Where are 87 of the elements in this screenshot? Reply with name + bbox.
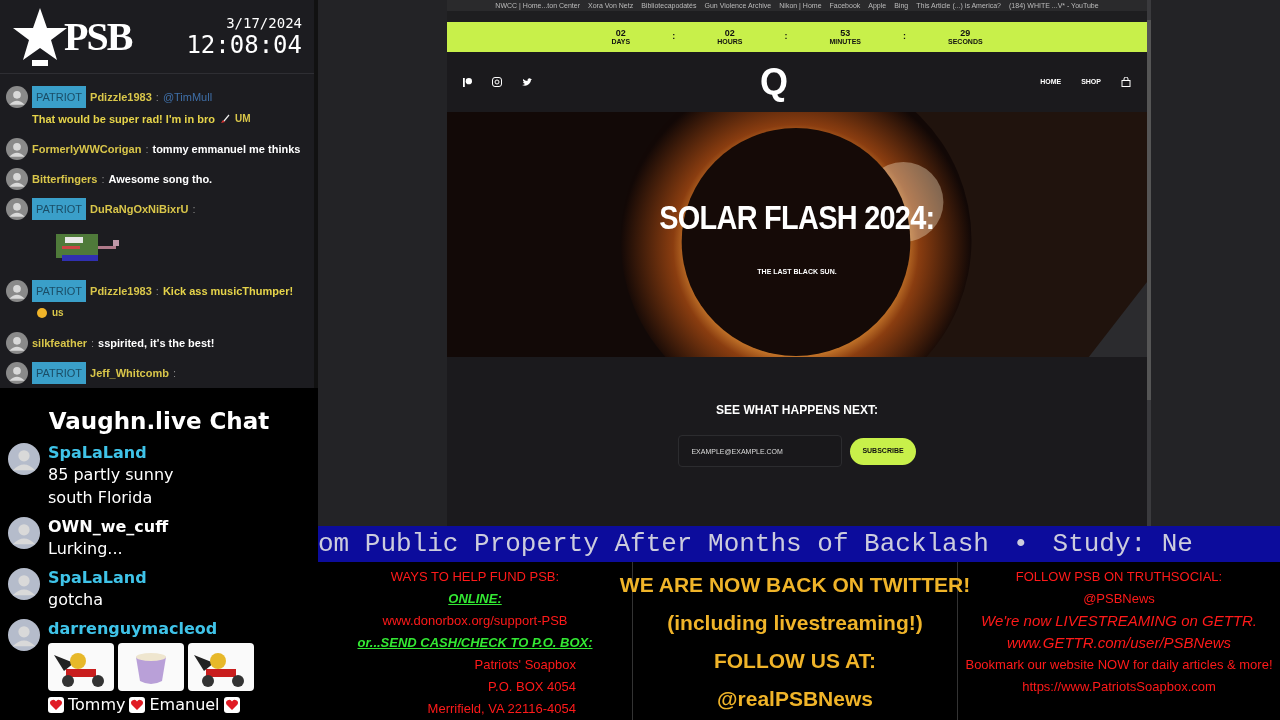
chat-message: Lurking... <box>48 537 124 560</box>
panel-line: www.GETTR.com/user/PSBNews <box>1006 633 1232 653</box>
countdown-value: 02 <box>724 28 735 38</box>
heart-icon <box>48 696 64 713</box>
chat-tag: UM <box>234 108 251 130</box>
avatar-icon <box>8 567 40 600</box>
chat-username: darrenguymacleod <box>48 618 219 639</box>
stream-date: 3/17/2024 <box>226 14 302 31</box>
chat-message: That would be super rad! I'm in bro <box>32 112 215 127</box>
ticker-text: om Public Property After Months of Backlash <box>318 527 989 561</box>
avatar-icon <box>6 198 28 220</box>
avatar-icon <box>8 618 40 651</box>
chat-separator: : <box>155 90 159 105</box>
chat-message: 85 partly sunny <box>48 463 174 486</box>
chat-message: gotcha <box>48 588 104 611</box>
chat-username: SpaLaLand <box>48 567 147 588</box>
chat-username: Pdizzle1983 <box>90 90 152 105</box>
stream-clock: 12:08:04 <box>186 30 302 59</box>
twitter-bird-icon[interactable] <box>522 77 532 87</box>
logo-text: PSB <box>64 12 132 61</box>
chat-message: Tommy <box>68 694 126 715</box>
panel-line: P.O. BOX 4054 <box>488 678 577 696</box>
panel-line: or...SEND CASH/CHECK TO P.O. BOX: <box>357 634 593 652</box>
panel-line: FOLLOW US AT: <box>713 648 877 674</box>
chat-username: silkfeather <box>32 336 88 351</box>
role-badge: PATRIOT <box>32 362 87 384</box>
panel-line: WE ARE NOW BACK ON TWITTER! <box>619 572 971 598</box>
chat-separator: : <box>192 202 196 217</box>
chat-tag: us <box>52 302 64 324</box>
heart-icon <box>129 696 146 713</box>
countdown-value: 53 <box>840 28 851 38</box>
panel-line: FOLLOW PSB ON TRUTHSOCIAL: <box>1015 568 1223 586</box>
chat-message: tommy emmanuel me thinks <box>152 142 301 157</box>
signup-heading: SEE WHAT HAPPENS NEXT: <box>716 402 878 419</box>
chat-message: Emanuel <box>149 694 220 715</box>
panel-line: Merrifield, VA 22116-4054 <box>427 700 577 718</box>
avatar-icon <box>6 168 28 190</box>
avatar-icon <box>6 86 28 108</box>
role-badge: PATRIOT <box>32 198 87 220</box>
chat-message: sspirited, it's the best! <box>98 336 215 351</box>
site-logo[interactable]: Q <box>760 55 789 109</box>
chat-username: FormerlyWWCorigan <box>32 142 142 157</box>
panel-line: We're now LIVESTREAMING on GETTR. <box>981 611 1257 631</box>
shopping-bag-icon[interactable] <box>1121 77 1131 87</box>
panel-line: Patriots' Soapbox <box>474 656 577 674</box>
avatar-icon <box>6 332 28 354</box>
panel-line: @realPSBNews <box>717 686 873 712</box>
instagram-icon[interactable] <box>492 77 502 87</box>
chat-message: Awesome song tho. <box>108 172 213 187</box>
chat-mention: @TimMull <box>162 90 213 105</box>
patreon-icon[interactable] <box>463 77 472 87</box>
chat-username: Pdizzle1983 <box>90 284 152 299</box>
avatar-icon <box>6 138 28 160</box>
role-badge: PATRIOT <box>32 280 87 302</box>
avatar-icon <box>8 516 40 549</box>
avatar-icon <box>6 280 28 302</box>
panel-line: Bookmark our website NOW for daily articles & more! <box>965 656 1273 674</box>
chat-username: SpaLaLand <box>48 442 148 463</box>
chat-message: south Florida <box>48 486 154 509</box>
countdown-value: 02 <box>615 28 626 38</box>
panel-line: www.donorbox.org/support-PSB <box>382 612 568 630</box>
panel-line: WAYS TO HELP FUND PSB: <box>390 568 560 586</box>
chat-message: Kick ass musicThumper! <box>162 284 294 299</box>
avatar-icon <box>6 362 28 384</box>
panel-line: https://www.PatriotsSoapbox.com <box>1022 678 1216 696</box>
panel-line: ONLINE: <box>448 590 502 608</box>
panel-line: @PSBNews <box>1083 590 1155 608</box>
countdown-separator: : <box>672 30 676 44</box>
chat-separator: : <box>155 284 159 299</box>
avatar-icon <box>8 442 40 475</box>
chat-separator: : <box>145 142 149 157</box>
ticker-text: Study: Ne <box>1052 527 1193 561</box>
chat-separator: : <box>172 366 176 381</box>
chat-title: Vaughn.live Chat <box>47 407 271 436</box>
countdown-value: 29 <box>960 28 971 38</box>
heart-icon <box>223 696 240 713</box>
ticker-text: • <box>1012 527 1029 561</box>
chat-username: DuRaNgOxNiBixrU <box>90 202 189 217</box>
chat-separator: : <box>91 336 95 351</box>
chat-separator: : <box>101 172 105 187</box>
chat-username: Bitterfingers <box>32 172 98 187</box>
role-badge: PATRIOT <box>32 86 87 108</box>
countdown-separator: : <box>903 30 906 44</box>
panel-line: (including livestreaming!) <box>667 610 923 636</box>
chat-username: OWN_we_cuff <box>48 516 169 537</box>
countdown-separator: : <box>784 30 788 44</box>
chat-username: Jeff_Whitcomb <box>90 366 169 381</box>
